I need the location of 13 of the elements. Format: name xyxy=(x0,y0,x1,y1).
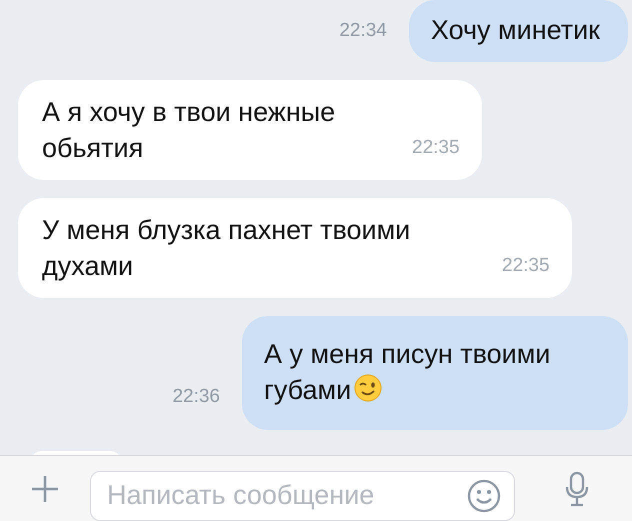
message-input[interactable]: Написать сообщение xyxy=(90,470,515,520)
smiley-icon[interactable] xyxy=(467,478,501,512)
message-bubble: А я хочу в твои нежные обьятия 22:35 xyxy=(18,80,482,180)
plus-icon[interactable] xyxy=(30,474,60,504)
message-time: 22:35 xyxy=(412,136,460,160)
message-bubble: А у меня писун твоими губами xyxy=(242,316,628,430)
message-time: 22:35 xyxy=(502,254,550,278)
microphone-icon[interactable] xyxy=(565,470,589,506)
winking-face-icon xyxy=(353,373,384,403)
message-time: 22:36 xyxy=(172,386,220,409)
message-time: 22:34 xyxy=(339,20,387,42)
message-bubble: Хочу минетик xyxy=(408,0,628,62)
message-bubble: У меня блузка пахнет твоими духами 22:35 xyxy=(18,198,572,298)
